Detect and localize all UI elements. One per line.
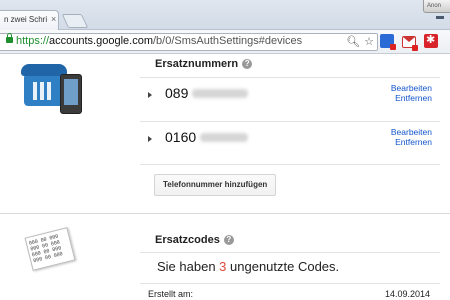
browser-toolbar: https://accounts.google.com/b/0/SmsAuthS… bbox=[0, 30, 450, 54]
add-phone-number-button[interactable]: Telefonnummer hinzufügen bbox=[154, 174, 277, 196]
backup-codes-title: Ersatzcodes? bbox=[155, 234, 234, 246]
help-icon[interactable]: ? bbox=[223, 235, 234, 245]
extension-blue-icon[interactable] bbox=[380, 34, 396, 50]
edit-link[interactable]: Bearbeiten bbox=[391, 83, 432, 93]
search-icon[interactable]: 🔍︎ bbox=[346, 36, 360, 48]
tab-strip: n zwei Schri × Anon bbox=[0, 0, 450, 30]
created-label: Erstellt am: bbox=[148, 289, 194, 299]
divider bbox=[140, 77, 440, 78]
gmail-notifier-icon[interactable] bbox=[402, 36, 418, 51]
remove-link[interactable]: Entfernen bbox=[391, 93, 432, 103]
unused-codes-text: Sie haben 3 ungenutzte Codes. bbox=[157, 259, 340, 274]
new-tab-button[interactable] bbox=[61, 14, 89, 28]
star-icon[interactable]: ☆ bbox=[364, 36, 374, 48]
divider bbox=[140, 164, 440, 165]
help-icon[interactable]: ? bbox=[242, 59, 253, 69]
phone-number-row: 0160 Bearbeiten Entfernen bbox=[148, 123, 440, 163]
divider bbox=[140, 252, 440, 253]
tab-close-icon[interactable]: × bbox=[51, 14, 56, 24]
lock-icon bbox=[6, 33, 13, 43]
backup-numbers-title: Ersatznummern? bbox=[155, 58, 253, 70]
extension-red-icon[interactable] bbox=[424, 33, 438, 48]
redacted-number bbox=[192, 89, 248, 98]
section-divider bbox=[0, 213, 450, 214]
divider bbox=[140, 283, 440, 284]
profile-badge[interactable]: Anon bbox=[423, 0, 450, 13]
redacted-number bbox=[200, 133, 248, 142]
address-bar[interactable]: https://accounts.google.com/b/0/SmsAuthS… bbox=[0, 33, 378, 51]
phone-number: 089 bbox=[165, 85, 189, 101]
tab-title: n zwei Schri bbox=[4, 15, 48, 24]
created-date: 14.09.2014 bbox=[384, 289, 430, 299]
url-text[interactable]: https://accounts.google.com/b/0/SmsAuthS… bbox=[16, 35, 302, 47]
browser-tab[interactable]: n zwei Schri × bbox=[0, 10, 59, 30]
minimize-icon[interactable] bbox=[436, 16, 444, 19]
edit-link[interactable]: Bearbeiten bbox=[391, 127, 432, 137]
divider bbox=[140, 121, 440, 122]
expand-arrow-icon[interactable] bbox=[148, 92, 152, 98]
phone-number: 0160 bbox=[165, 129, 197, 145]
phone-illustration-icon bbox=[21, 64, 86, 116]
phone-number-row: 089 Bearbeiten Entfernen bbox=[148, 79, 440, 119]
page-content: Ersatznummern? 089 Bearbeiten Entfernen … bbox=[0, 54, 450, 300]
expand-arrow-icon[interactable] bbox=[148, 136, 152, 142]
backup-codes-illustration: 000 00 000 000 00 000 000 00 000 000 00 … bbox=[24, 227, 76, 271]
remove-link[interactable]: Entfernen bbox=[391, 137, 432, 147]
